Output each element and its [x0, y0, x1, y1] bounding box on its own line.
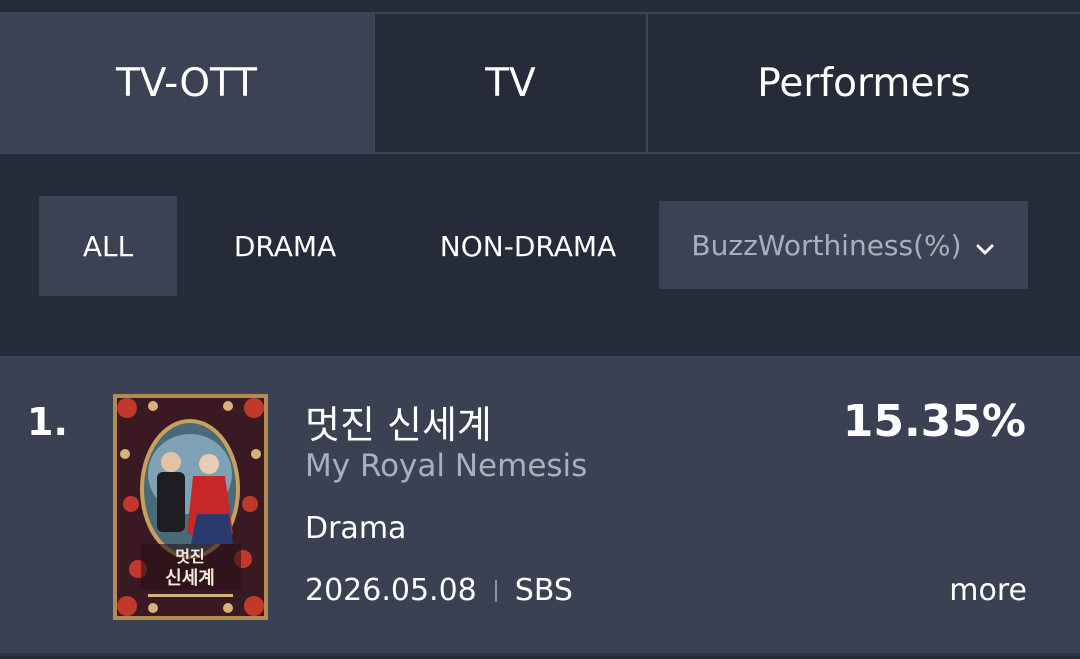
filter-drama-button[interactable]: DRAMA: [205, 196, 365, 296]
metric-select[interactable]: BuzzWorthiness(%): [659, 201, 1028, 289]
rank-number: 1.: [27, 400, 68, 444]
air-date: 2026.05.08: [305, 573, 477, 608]
svg-text:신세계: 신세계: [165, 568, 215, 589]
show-title-english: My Royal Nemesis: [305, 448, 588, 484]
tab-tv[interactable]: TV: [373, 14, 648, 152]
tab-tv-ott[interactable]: TV-OTT: [0, 14, 373, 152]
svg-text:멋진: 멋진: [175, 547, 204, 566]
filter-all-button[interactable]: ALL: [39, 196, 177, 296]
ranking-item[interactable]: 1. 멋진 신세계 멋진 신세계 My Royal Nemesis Drama …: [0, 356, 1080, 656]
separator: [494, 579, 497, 602]
channel-name: SBS: [514, 573, 573, 608]
show-genre: Drama: [305, 511, 407, 546]
category-tabs: TV-OTT TV Performers: [0, 12, 1080, 154]
show-poster[interactable]: 멋진 신세계: [109, 390, 272, 624]
buzz-percent: 15.35%: [842, 396, 1026, 447]
filter-non-drama-button[interactable]: NON-DRAMA: [418, 196, 638, 296]
tab-performers[interactable]: Performers: [648, 14, 1080, 152]
metric-select-value: BuzzWorthiness(%): [691, 228, 962, 262]
show-title-korean[interactable]: 멋진 신세계: [305, 394, 492, 449]
chevron-down-icon: [974, 234, 996, 256]
show-meta: 2026.05.08 SBS: [305, 573, 573, 608]
more-link[interactable]: more: [949, 573, 1027, 608]
